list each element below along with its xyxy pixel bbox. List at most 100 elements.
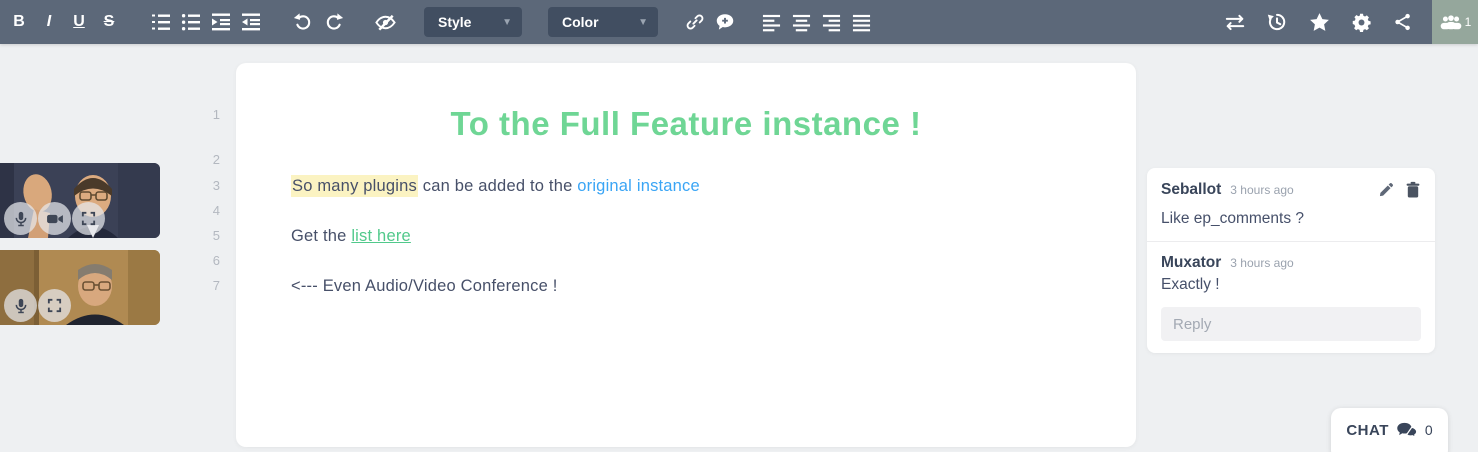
users-count: 1	[1464, 15, 1472, 29]
outdent-button[interactable]	[238, 8, 264, 36]
toolbar: B I U S Style ▼ Color ▼ 1	[0, 0, 1478, 44]
strikethrough-button[interactable]: S	[96, 8, 122, 36]
unordered-list-icon	[181, 14, 200, 31]
italic-icon: I	[46, 13, 52, 30]
camera-button[interactable]	[38, 202, 71, 235]
insert-link-button[interactable]	[682, 8, 708, 36]
chevron-down-icon: ▼	[638, 16, 648, 28]
comment-text: Like ep_comments ?	[1161, 210, 1305, 227]
indent-button[interactable]	[208, 8, 234, 36]
line-number: 4	[212, 203, 220, 218]
align-center-icon	[792, 14, 810, 31]
chat-button[interactable]: CHAT 0	[1331, 408, 1448, 452]
highlighted-text: So many plugins	[291, 175, 418, 197]
toolbar-right-group: 1	[1214, 0, 1478, 44]
video-participant-2[interactable]	[0, 250, 160, 325]
microphone-button[interactable]	[4, 202, 37, 235]
strikethrough-icon: S	[103, 13, 115, 30]
align-right-icon	[822, 14, 840, 31]
underline-button[interactable]: U	[66, 8, 92, 36]
outdent-icon	[242, 13, 260, 31]
line-number: 2	[212, 152, 220, 167]
pad-paragraph-3: <--- Even Audio/Video Conference !	[291, 277, 558, 295]
eye-off-icon	[374, 14, 396, 31]
hide-authorship-button[interactable]	[372, 8, 398, 36]
undo-icon	[293, 12, 310, 30]
paragraph-text: can be added to the	[418, 177, 578, 195]
comment-plus-icon	[716, 14, 734, 30]
line-number: 1	[212, 107, 220, 122]
comment-author: Muxator	[1161, 254, 1222, 271]
favorite-button[interactable]	[1306, 8, 1332, 36]
bold-icon: B	[13, 13, 25, 30]
star-icon	[1309, 12, 1329, 31]
comment-timestamp: 3 hours ago	[1230, 183, 1294, 197]
chat-bubbles-icon	[1397, 422, 1418, 438]
import-export-button[interactable]	[1222, 8, 1248, 36]
etherpad-app: B I U S Style ▼ Color ▼ 1 1 2 3 4 5 6 7 …	[0, 0, 1478, 452]
comment-text: Exactly !	[1161, 276, 1220, 293]
video-participant-1[interactable]	[0, 163, 160, 238]
video-1-controls	[4, 202, 105, 235]
import-export-icon	[1225, 14, 1245, 31]
original-instance-link[interactable]: original instance	[577, 177, 700, 195]
redo-icon	[326, 12, 343, 30]
align-justify-icon	[852, 14, 870, 31]
pad-paragraph-1: So many plugins can be added to the orig…	[291, 175, 700, 197]
delete-comment-button[interactable]	[1405, 181, 1421, 199]
users-online-button[interactable]: 1	[1432, 0, 1478, 44]
microphone-icon	[15, 298, 26, 313]
underline-icon: U	[73, 13, 85, 30]
pad-heading: To the Full Feature instance !	[450, 105, 922, 142]
share-button[interactable]	[1390, 8, 1416, 36]
edit-comment-button[interactable]	[1378, 182, 1394, 198]
italic-button[interactable]: I	[36, 8, 62, 36]
align-justify-button[interactable]	[848, 8, 874, 36]
divider	[1147, 241, 1435, 242]
comment-author: Seballot	[1161, 181, 1222, 198]
style-dropdown[interactable]: Style ▼	[424, 7, 522, 37]
redo-button[interactable]	[320, 8, 346, 36]
undo-button[interactable]	[290, 8, 316, 36]
share-icon	[1395, 13, 1410, 31]
pad-paragraph-2: Get the list here	[291, 227, 411, 246]
align-left-button[interactable]	[758, 8, 784, 36]
users-icon	[1440, 15, 1461, 30]
chat-label: CHAT	[1346, 421, 1389, 439]
line-number: 7	[212, 278, 220, 293]
line-number: 5	[212, 228, 220, 243]
trash-icon	[1406, 181, 1420, 198]
style-dropdown-value: Style	[438, 14, 472, 30]
unordered-list-button[interactable]	[178, 8, 204, 36]
video-2-controls	[4, 289, 71, 322]
gear-icon	[1352, 13, 1371, 32]
chevron-down-icon: ▼	[502, 16, 512, 28]
microphone-icon	[15, 211, 26, 226]
add-comment-button[interactable]	[712, 8, 738, 36]
comment-actions	[1378, 181, 1421, 199]
microphone-button[interactable]	[4, 289, 37, 322]
color-dropdown[interactable]: Color ▼	[548, 7, 658, 37]
list-here-link[interactable]: list here	[351, 227, 411, 245]
paragraph-text: Get the	[291, 227, 352, 245]
fullscreen-icon	[47, 298, 62, 313]
indent-icon	[212, 13, 230, 31]
link-icon	[686, 14, 704, 30]
history-clock-icon	[1267, 13, 1286, 31]
line-number: 3	[212, 178, 220, 193]
ordered-list-button[interactable]	[148, 8, 174, 36]
align-center-button[interactable]	[788, 8, 814, 36]
settings-button[interactable]	[1348, 8, 1374, 36]
pencil-icon	[1379, 183, 1393, 197]
align-right-button[interactable]	[818, 8, 844, 36]
reply-input[interactable]	[1161, 307, 1421, 341]
comment-reply-header: Muxator 3 hours ago	[1161, 254, 1421, 272]
bold-button[interactable]: B	[6, 8, 32, 36]
history-button[interactable]	[1264, 8, 1290, 36]
align-left-icon	[762, 14, 780, 31]
fullscreen-icon	[81, 211, 96, 226]
pad-editor[interactable]: To the Full Feature instance ! So many p…	[236, 63, 1136, 447]
fullscreen-button[interactable]	[72, 202, 105, 235]
camera-icon	[46, 214, 63, 223]
fullscreen-button[interactable]	[38, 289, 71, 322]
